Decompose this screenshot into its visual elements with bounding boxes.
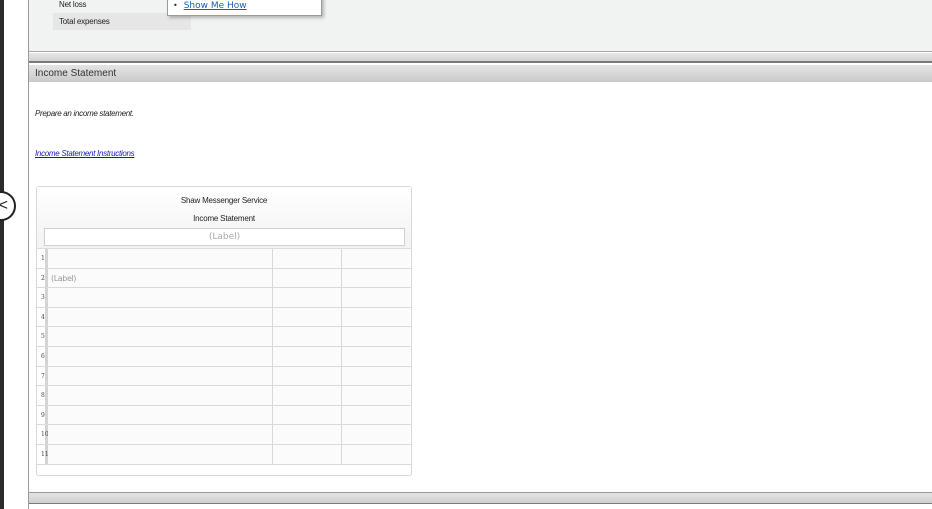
row-total-input[interactable] (342, 425, 410, 444)
row-number: 3 (37, 288, 48, 307)
statement-grid: 1 2 (Label) 3 4 5 6 7 8 9 10 11 (37, 249, 411, 465)
row-total-input[interactable] (342, 327, 410, 346)
row-label-input[interactable] (48, 386, 273, 405)
main-content: Net loss Total expenses • Show Me How Inc… (28, 0, 932, 509)
statement-row: 4 (37, 307, 411, 328)
row-label-input[interactable] (48, 425, 273, 444)
statement-row: 8 (37, 386, 411, 406)
row-number: 1 (37, 249, 48, 268)
statement-row: 11 (37, 444, 411, 465)
statement-row: 10 (37, 425, 411, 445)
row-number: 7 (37, 366, 48, 386)
row-number: 10 (37, 425, 49, 444)
row-label-input[interactable] (48, 288, 273, 307)
row-amount-input[interactable] (273, 249, 342, 268)
row-amount-input[interactable] (273, 307, 342, 327)
chevron-left-icon: < (0, 197, 8, 214)
section-footer-bar (29, 492, 932, 504)
row-number: 5 (37, 327, 48, 346)
row-number: 11 (37, 444, 49, 464)
show-me-how-link[interactable]: Show Me How (184, 1, 247, 11)
row-amount-input[interactable] (273, 444, 342, 464)
row-amount-input[interactable] (273, 366, 342, 386)
bullet-icon: • (173, 1, 178, 10)
statement-row: 2 (Label) (37, 268, 411, 289)
row-label-input[interactable] (48, 366, 273, 386)
row-number: 2 (37, 268, 48, 288)
row-total-input[interactable] (342, 405, 410, 425)
row-amount-input[interactable] (273, 288, 342, 307)
left-rail (0, 0, 4, 509)
statement-row: 7 (37, 366, 411, 387)
company-name: Shaw Messenger Service (180, 196, 268, 205)
collapse-panel-button[interactable]: < (0, 191, 16, 221)
previous-question-panel: Net loss Total expenses • Show Me How (29, 0, 932, 52)
statement-row: 3 (37, 288, 411, 308)
row-number: 6 (37, 346, 48, 366)
statement-row: 5 (37, 327, 411, 347)
row-number: 9 (37, 405, 48, 425)
row-amount-input[interactable] (273, 405, 342, 425)
row-total-input[interactable] (342, 366, 410, 386)
row-amount-input[interactable] (273, 327, 342, 346)
row-total-input[interactable] (342, 346, 410, 366)
statement-title: Income Statement (193, 214, 255, 223)
statement-row: 6 (37, 346, 411, 367)
row-total-input[interactable] (342, 386, 410, 405)
instructions-link[interactable]: Income Statement Instructions (35, 149, 135, 158)
statement-row: 9 (37, 405, 411, 426)
row-total-input[interactable] (342, 249, 410, 268)
row-amount-input[interactable] (273, 425, 342, 444)
row-label-input[interactable] (48, 444, 273, 464)
row-total-input[interactable] (342, 307, 410, 327)
instructions-text: Prepare an income statement. (35, 109, 134, 118)
help-popup: • Show Me How (167, 0, 322, 16)
row-label-input[interactable] (48, 307, 273, 327)
income-statement-form: Shaw Messenger Service Income Statement … (36, 186, 412, 476)
period-label-select[interactable]: (Label) (44, 228, 405, 246)
statement-header: Shaw Messenger Service Income Statement … (37, 187, 411, 249)
row-amount-input[interactable] (273, 386, 342, 405)
row-label-input[interactable] (48, 327, 273, 346)
row-number: 4 (37, 307, 48, 327)
row-amount-input[interactable] (273, 268, 342, 288)
row-label-input[interactable] (48, 405, 273, 425)
row-label-input[interactable] (48, 346, 273, 366)
row-label-input[interactable]: (Label) (48, 268, 273, 288)
row-number: 8 (37, 386, 48, 405)
section-separator (29, 53, 932, 63)
popup-item: • Show Me How (173, 1, 316, 11)
statement-row: 1 (37, 249, 411, 269)
row-total-input[interactable] (342, 288, 410, 307)
section-title: Income Statement (29, 65, 932, 82)
row-total-input[interactable] (342, 268, 410, 288)
row-total-input[interactable] (342, 444, 410, 464)
row-amount-input[interactable] (273, 346, 342, 366)
row-label-input[interactable] (48, 249, 273, 268)
